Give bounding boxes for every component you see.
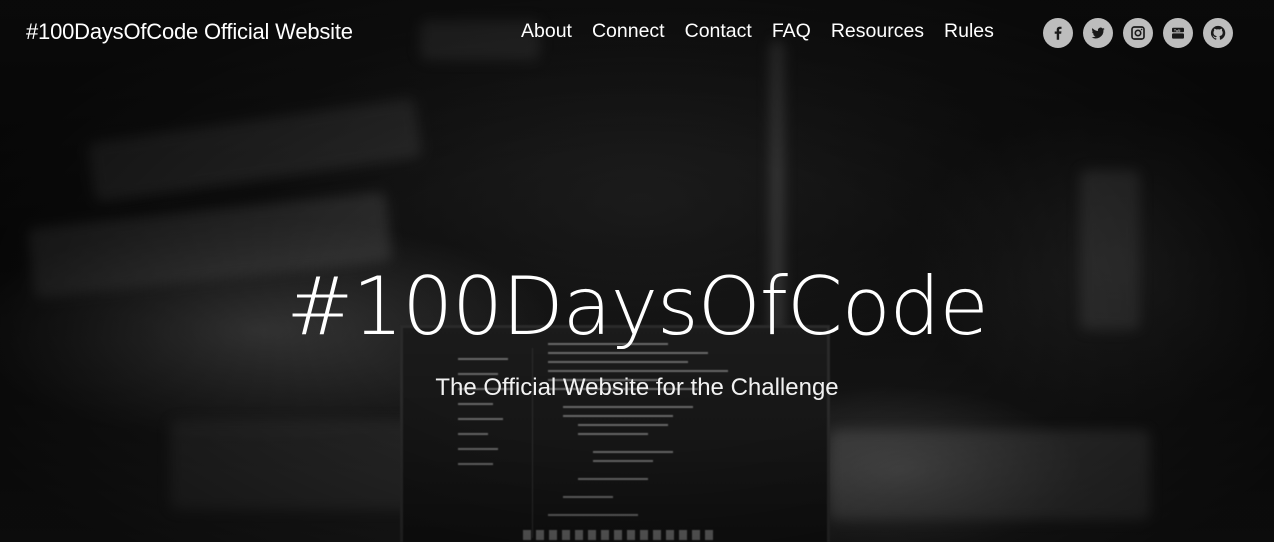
nav-contact[interactable]: Contact [685,20,752,43]
nav-rules[interactable]: Rules [944,20,994,43]
social-links [1043,18,1233,48]
github-icon[interactable] [1203,18,1233,48]
main-nav: About Connect Contact FAQ Resources Rule… [521,20,1014,43]
nav-connect[interactable]: Connect [592,20,665,43]
youtube-icon[interactable] [1163,18,1193,48]
site-brand-link[interactable]: #100DaysOfCode Official Website [26,19,353,45]
nav-faq[interactable]: FAQ [772,20,811,43]
instagram-icon[interactable] [1123,18,1153,48]
hero-subtitle: The Official Website for the Challenge [435,374,839,401]
nav-resources[interactable]: Resources [831,20,924,43]
twitter-icon[interactable] [1083,18,1113,48]
nav-about[interactable]: About [521,20,572,43]
hero-title: #100DaysOfCode [286,260,988,353]
facebook-icon[interactable] [1043,18,1073,48]
